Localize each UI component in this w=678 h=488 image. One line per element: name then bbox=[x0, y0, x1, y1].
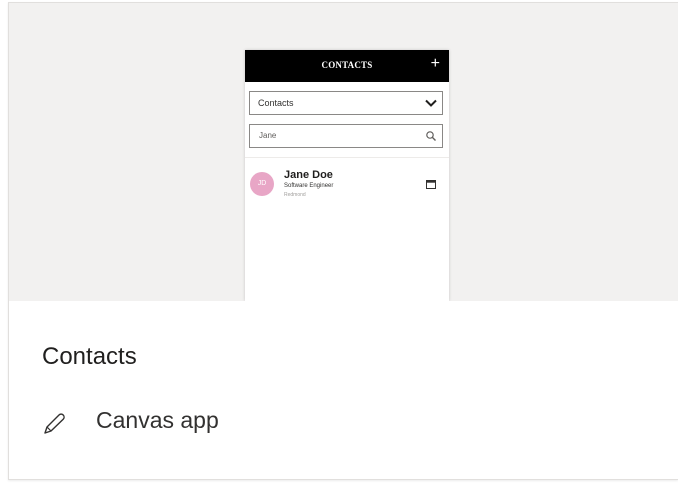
contact-title: Software Engineer bbox=[284, 183, 334, 189]
dropdown-selected-value: Contacts bbox=[258, 98, 294, 108]
chevron-down-icon bbox=[425, 99, 437, 107]
app-preview: CONTACTS + Contacts Jane JD Jane Doe Sof… bbox=[9, 3, 678, 301]
phone-header: CONTACTS + bbox=[245, 50, 449, 82]
contacts-dropdown[interactable]: Contacts bbox=[249, 91, 443, 115]
avatar: JD bbox=[250, 172, 274, 196]
phone-header-title: CONTACTS bbox=[321, 60, 373, 70]
app-card[interactable]: CONTACTS + Contacts Jane JD Jane Doe Sof… bbox=[8, 2, 678, 480]
search-value: Jane bbox=[259, 131, 277, 140]
contact-location: Redmond bbox=[284, 192, 306, 198]
contact-list-item[interactable]: JD Jane Doe Software Engineer Redmond bbox=[245, 166, 449, 206]
phone-preview: CONTACTS + Contacts Jane JD Jane Doe Sof… bbox=[245, 50, 449, 301]
app-title: Contacts bbox=[42, 343, 137, 370]
search-input[interactable]: Jane bbox=[249, 124, 443, 148]
list-divider bbox=[245, 157, 449, 158]
app-type-label: Canvas app bbox=[96, 407, 219, 433]
plus-icon[interactable]: + bbox=[431, 56, 440, 72]
calendar-icon[interactable] bbox=[426, 180, 436, 189]
pencil-icon bbox=[44, 413, 65, 434]
contact-name: Jane Doe bbox=[284, 169, 333, 181]
search-icon bbox=[426, 131, 436, 141]
